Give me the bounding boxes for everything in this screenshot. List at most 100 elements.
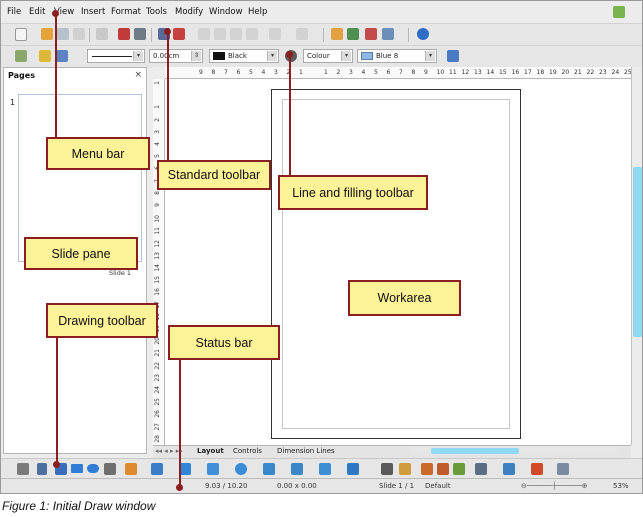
copy-icon[interactable] (214, 28, 226, 40)
close-icon[interactable]: × (134, 70, 142, 80)
clone-formatting-icon[interactable] (246, 28, 258, 40)
cut-icon[interactable] (198, 28, 210, 40)
callouts-icon[interactable] (319, 463, 331, 475)
line-filling-leader (289, 55, 291, 175)
connector-tool-icon[interactable] (151, 463, 163, 475)
arrow-style-icon[interactable] (56, 50, 68, 62)
ruler-tick-label: 2 (154, 117, 161, 122)
ruler-tick-label: 8 (411, 69, 416, 76)
open-folder-icon[interactable] (41, 28, 53, 40)
print-icon[interactable] (134, 28, 146, 40)
redo-icon[interactable] (296, 28, 308, 40)
flowchart-icon[interactable] (291, 463, 303, 475)
ruler-tick-label: 11 (154, 227, 161, 236)
zoom-slider[interactable]: ⊖──────┼──────⊕ (521, 482, 588, 490)
line-width-field[interactable]: 0.00cm⇕ (149, 49, 203, 63)
ruler-tick-label: 16 (154, 288, 161, 297)
zoom-icon[interactable] (382, 28, 394, 40)
shadow-icon[interactable] (447, 50, 459, 62)
navigator-icon[interactable] (347, 28, 359, 40)
ruler-tick-label: 27 (154, 422, 161, 431)
tab-dimension-lines[interactable]: Dimension Lines (277, 447, 335, 455)
stars-icon[interactable] (347, 463, 359, 475)
undo-icon[interactable] (269, 28, 281, 40)
symbol-shapes-icon[interactable] (235, 463, 247, 475)
menu-edit[interactable]: Edit (29, 7, 45, 17)
ellipse-tool-icon[interactable] (87, 464, 99, 473)
vertical-ruler[interactable]: 1123456789101112131415161718192021222324… (153, 79, 165, 445)
ruler-tick-label: 4 (361, 69, 366, 76)
gallery-icon[interactable] (453, 463, 465, 475)
line-color-swatch (213, 52, 225, 60)
menu-bar-leader-dot (52, 10, 59, 17)
chart-icon[interactable] (331, 28, 343, 40)
menu-file[interactable]: File (7, 7, 21, 17)
ruler-tick-label: 9 (199, 69, 203, 76)
help-icon[interactable] (417, 28, 429, 40)
menu-help[interactable]: Help (248, 7, 267, 17)
email-icon[interactable] (73, 28, 85, 40)
menu-window[interactable]: Window (209, 7, 243, 17)
ruler-corner (153, 67, 165, 79)
arrange-icon[interactable] (557, 463, 569, 475)
fill-color-select[interactable]: Blue 8 ▾ (357, 49, 437, 63)
menu-insert[interactable]: Insert (81, 7, 105, 17)
ruler-tick-label: 15 (499, 69, 507, 76)
toolbar-separator (151, 28, 152, 42)
extrusion-icon[interactable] (475, 463, 487, 475)
chevron-down-icon: ▾ (267, 51, 277, 61)
block-arrows-icon[interactable] (263, 463, 275, 475)
edit-file-icon[interactable] (96, 28, 108, 40)
select-arrow-icon[interactable] (17, 463, 29, 475)
tab-controls[interactable]: Controls (233, 447, 262, 455)
menu-tools[interactable]: Tools (146, 7, 167, 17)
save-icon[interactable] (57, 28, 69, 40)
styles-icon[interactable] (15, 50, 27, 62)
ruler-tick-label: 7 (224, 69, 228, 76)
horizontal-scrollbar[interactable] (409, 447, 619, 455)
menu-bar-leader (55, 14, 57, 138)
line-filling-toolbar: ▾ 0.00cm⇕ Black ▾ Colour ▾ Blue 8 ▾ (1, 45, 642, 68)
points-icon[interactable] (381, 463, 393, 475)
from-file-icon[interactable] (437, 463, 449, 475)
app-logo-icon (613, 6, 625, 18)
vertical-scrollbar[interactable] (631, 67, 642, 445)
drawing-toolbar-leader-dot (53, 461, 60, 468)
autospell-icon[interactable] (173, 28, 185, 40)
ruler-tick-label: 8 (211, 69, 216, 76)
menu-format[interactable]: Format (111, 7, 141, 17)
horizontal-ruler[interactable]: 9876543211234567891011121314151617181920… (165, 67, 631, 79)
workarea[interactable] (165, 79, 631, 445)
fontwork-icon[interactable] (421, 463, 433, 475)
basic-shapes-icon[interactable] (207, 463, 219, 475)
text-tool-icon[interactable] (104, 463, 116, 475)
line-tool-icon[interactable] (37, 463, 47, 475)
menu-modify[interactable]: Modify (175, 7, 203, 17)
ruler-tick-label: 13 (154, 251, 161, 260)
paste-icon[interactable] (230, 28, 242, 40)
new-document-icon[interactable] (15, 28, 27, 41)
slide-indicator: Slide 1 / 1 (379, 482, 415, 490)
object-size: 0.00 x 0.00 (277, 482, 317, 490)
draw-functions-icon[interactable] (365, 28, 377, 40)
glue-points-icon[interactable] (399, 463, 411, 475)
zoom-level[interactable]: 53% (613, 482, 629, 490)
status-bar-leader-dot (176, 484, 183, 491)
effects-icon[interactable] (503, 463, 515, 475)
align-icon[interactable] (531, 463, 543, 475)
rectangle-tool-icon[interactable] (71, 464, 83, 473)
ruler-tick-label: 1 (299, 69, 303, 76)
line-style-preview (92, 56, 132, 57)
line-icon[interactable] (39, 50, 51, 62)
curve-tool-icon[interactable] (125, 463, 137, 475)
spin-icon: ⇕ (191, 51, 201, 61)
ruler-tick-label: 7 (399, 69, 403, 76)
vertical-scroll-thumb[interactable] (633, 167, 642, 337)
line-style-select[interactable]: ▾ (87, 49, 145, 63)
export-pdf-icon[interactable] (118, 28, 130, 40)
tab-layout[interactable]: Layout (197, 447, 224, 455)
area-style-select[interactable]: Colour ▾ (303, 49, 353, 63)
horizontal-scroll-thumb[interactable] (431, 448, 519, 454)
line-color-select[interactable]: Black ▾ (209, 49, 279, 63)
ruler-tick-label: 20 (561, 69, 570, 76)
